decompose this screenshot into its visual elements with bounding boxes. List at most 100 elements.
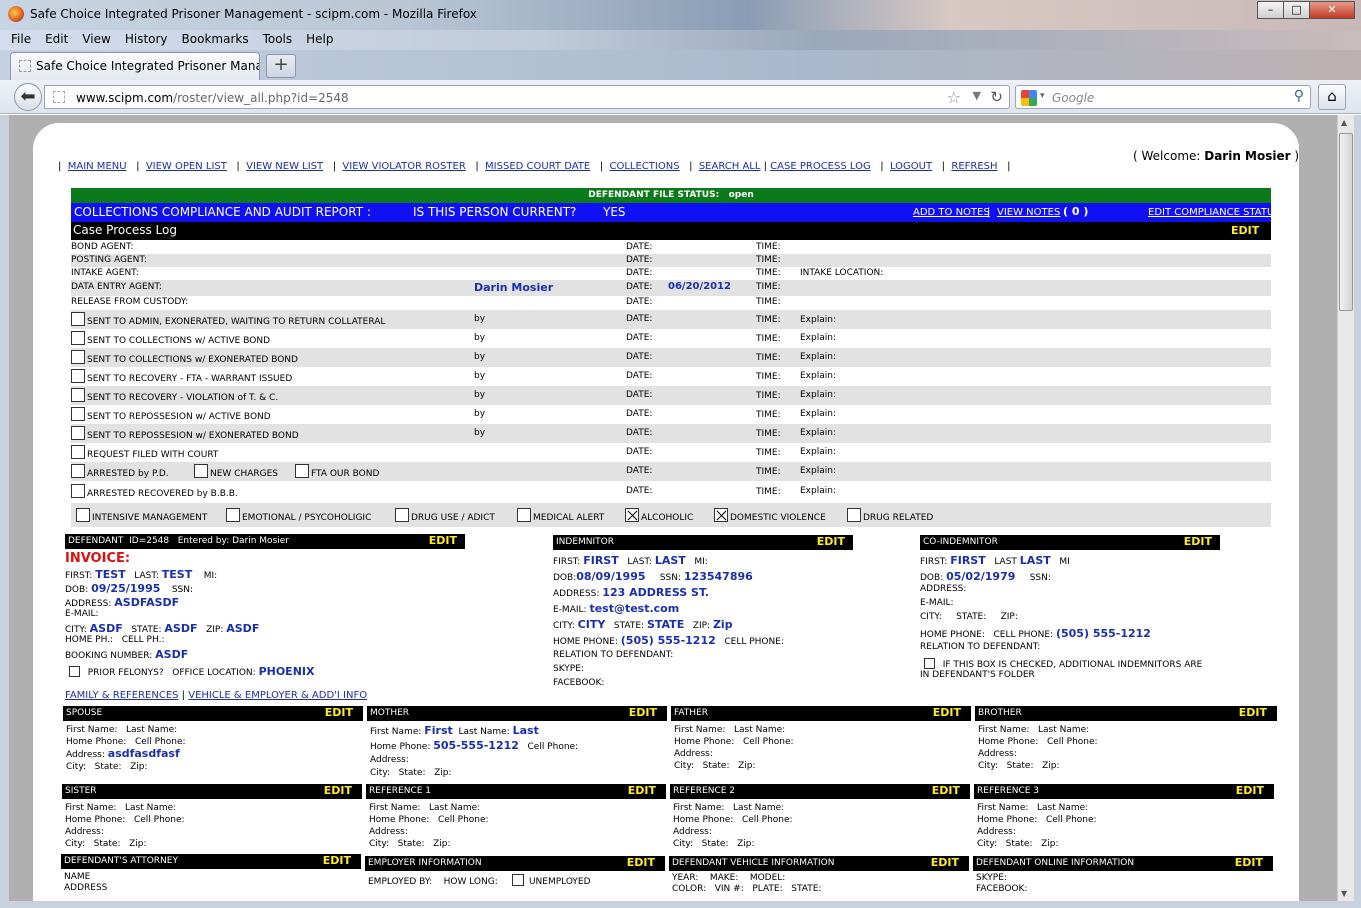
reference-2-edit-button[interactable]: EDIT — [932, 784, 960, 797]
google-logo-icon[interactable] — [1021, 90, 1037, 106]
action-checkbox[interactable] — [71, 388, 85, 402]
father-edit-button[interactable]: EDIT — [933, 706, 961, 719]
additional-indemnitors-checkbox[interactable] — [924, 658, 935, 669]
new-tab-button[interactable]: + — [266, 54, 296, 78]
case-log-edit-button[interactable]: EDIT — [1231, 224, 1259, 237]
file-status-bar: DEFENDANT FILE STATUS: open — [71, 188, 1271, 203]
edit-compliance-status-link[interactable]: EDIT COMPLIANCE STATUS — [1148, 207, 1281, 218]
action-checkbox[interactable] — [71, 331, 85, 345]
menu-bookmarks[interactable]: Bookmarks — [178, 30, 253, 48]
father-info: First Name: Last Name: Home Phone: Cell … — [674, 725, 794, 771]
co-indemnitor-edit-button[interactable]: EDIT — [1184, 535, 1212, 548]
menu-file[interactable]: File — [7, 30, 35, 48]
add-to-notes-link[interactable]: ADD TO NOTES — [913, 207, 990, 218]
action-checkbox[interactable] — [71, 407, 85, 421]
url-bar[interactable]: www.scipm.com/roster/view_all.php?id=254… — [44, 85, 1010, 109]
sister-edit-button[interactable]: EDIT — [324, 784, 352, 797]
action-checkbox[interactable] — [71, 350, 85, 364]
close-button[interactable]: ✕ — [1309, 1, 1355, 19]
fta-bond-checkbox[interactable] — [295, 464, 309, 478]
url-text: www.scipm.com/roster/view_all.php?id=254… — [76, 91, 349, 105]
unemployed-checkbox[interactable] — [512, 874, 525, 886]
action-checkbox[interactable] — [71, 426, 85, 440]
link-logout[interactable]: LOGOUT — [890, 161, 932, 172]
action-checkbox[interactable] — [71, 369, 85, 383]
employer-header: EMPLOYER INFORMATION EDIT — [365, 856, 665, 871]
action-checkbox[interactable] — [71, 312, 85, 326]
employer-info: EMPLOYED BY: HOW LONG: UNEMPLOYED — [368, 874, 591, 887]
mother-info: First Name: First Last Name: Last Home P… — [370, 724, 579, 778]
link-search-all[interactable]: SEARCH ALL — [699, 161, 761, 172]
menu-history[interactable]: History — [121, 30, 172, 48]
flag-checkbox[interactable] — [395, 508, 409, 522]
arrested-pd-checkbox[interactable] — [71, 464, 85, 478]
maximize-button[interactable]: □ — [1283, 1, 1310, 19]
family-references-link[interactable]: FAMILY & REFERENCES — [65, 690, 179, 701]
current-question: IS THIS PERSON CURRENT? — [413, 205, 577, 219]
reference-2-info: First Name: Last Name: Home Phone: Cell … — [673, 803, 793, 849]
link-missed-court-date[interactable]: MISSED COURT DATE — [485, 161, 590, 172]
flag-checkbox[interactable] — [76, 508, 90, 522]
case-log-title: Case Process Log — [73, 223, 177, 237]
search-engine-dropdown-icon[interactable]: ▾ — [1040, 91, 1045, 101]
flag-checkbox-checked[interactable] — [625, 508, 639, 522]
home-button[interactable]: ⌂ — [1318, 84, 1346, 110]
online-edit-button[interactable]: EDIT — [1235, 856, 1263, 869]
attorney-edit-button[interactable]: EDIT — [323, 854, 351, 867]
flag-checkbox[interactable] — [226, 508, 240, 522]
search-icon[interactable]: ⚲ — [1294, 88, 1304, 104]
view-notes-link[interactable]: VIEW NOTES — [997, 207, 1060, 218]
defendant-city: CITY: ASDF STATE: ASDF ZIP: ASDF — [65, 622, 260, 635]
mother-edit-button[interactable]: EDIT — [629, 706, 657, 719]
bookmark-star-icon[interactable]: ☆ — [947, 88, 961, 107]
indemnitor-city: CITY: CITY STATE: STATE ZIP: Zip — [553, 618, 733, 631]
link-view-new-list[interactable]: VIEW NEW LIST — [246, 161, 323, 172]
link-collections[interactable]: COLLECTIONS — [609, 161, 679, 172]
scroll-up-icon[interactable]: ▲ — [1341, 118, 1347, 127]
vehicle-edit-button[interactable]: EDIT — [931, 856, 959, 869]
page-viewport: | MAIN MENU | VIEW OPEN LIST | VIEW NEW … — [9, 115, 1337, 901]
menu-tools[interactable]: Tools — [259, 30, 297, 48]
link-refresh[interactable]: REFRESH — [951, 161, 997, 172]
site-identity-icon[interactable] — [53, 91, 65, 103]
prior-felony-checkbox[interactable] — [69, 666, 80, 677]
reference-1-edit-button[interactable]: EDIT — [628, 784, 656, 797]
link-main-menu[interactable]: MAIN MENU — [68, 161, 127, 172]
defendant-edit-button[interactable]: EDIT — [429, 534, 457, 547]
search-input[interactable]: Google — [1052, 91, 1094, 105]
reload-icon[interactable]: ↻ — [990, 88, 1003, 106]
new-charges-checkbox[interactable] — [194, 464, 208, 478]
flag-checkbox[interactable] — [847, 508, 861, 522]
brother-header: BROTHER EDIT — [975, 706, 1277, 721]
agent-row-bond: BOND AGENT: DATE: TIME: — [71, 242, 781, 252]
tab-active[interactable]: Safe Choice Integrated Prisoner Manage..… — [10, 52, 260, 80]
action-row: SENT TO REPOSSESION w/ EXONERATED BOND b… — [71, 424, 1271, 443]
flag-checkbox-checked[interactable] — [714, 508, 728, 522]
vertical-scrollbar[interactable]: ▲ ▼ — [1337, 115, 1354, 901]
history-dropdown-icon[interactable]: ▼ — [973, 89, 981, 102]
search-bar[interactable]: ▾ Google ⚲ — [1015, 85, 1311, 109]
indemnitor-skype: SKYPE: — [553, 664, 584, 674]
online-info: SKYPE: FACEBOOK: — [976, 873, 1028, 894]
menu-help[interactable]: Help — [302, 30, 337, 48]
arrested-bbb-checkbox[interactable] — [71, 484, 85, 498]
scrollbar-thumb[interactable] — [1339, 133, 1353, 311]
reference-3-edit-button[interactable]: EDIT — [1236, 784, 1264, 797]
link-view-open-list[interactable]: VIEW OPEN LIST — [146, 161, 227, 172]
indemnitor-edit-button[interactable]: EDIT — [817, 535, 845, 548]
minimize-button[interactable]: – — [1257, 1, 1284, 19]
back-button[interactable]: ⬅ — [14, 83, 42, 111]
menu-edit[interactable]: Edit — [41, 30, 72, 48]
scroll-down-icon[interactable]: ▼ — [1341, 889, 1347, 898]
link-view-violator-roster[interactable]: VIEW VIOLATOR ROSTER — [342, 161, 465, 172]
employer-edit-button[interactable]: EDIT — [627, 856, 655, 869]
link-case-process-log[interactable]: CASE PROCESS LOG — [770, 161, 871, 172]
menu-view[interactable]: View — [78, 30, 114, 48]
mother-header: MOTHER EDIT — [367, 706, 667, 721]
request-court-checkbox[interactable] — [71, 445, 85, 459]
vehicle-employer-link[interactable]: VEHICLE & EMPLOYER & ADD'I INFO — [188, 690, 367, 701]
spouse-edit-button[interactable]: EDIT — [325, 706, 353, 719]
brother-edit-button[interactable]: EDIT — [1239, 706, 1267, 719]
flag-checkbox[interactable] — [517, 508, 531, 522]
action-row: SENT TO REPOSSESION w/ ACTIVE BOND by DA… — [71, 405, 1271, 424]
